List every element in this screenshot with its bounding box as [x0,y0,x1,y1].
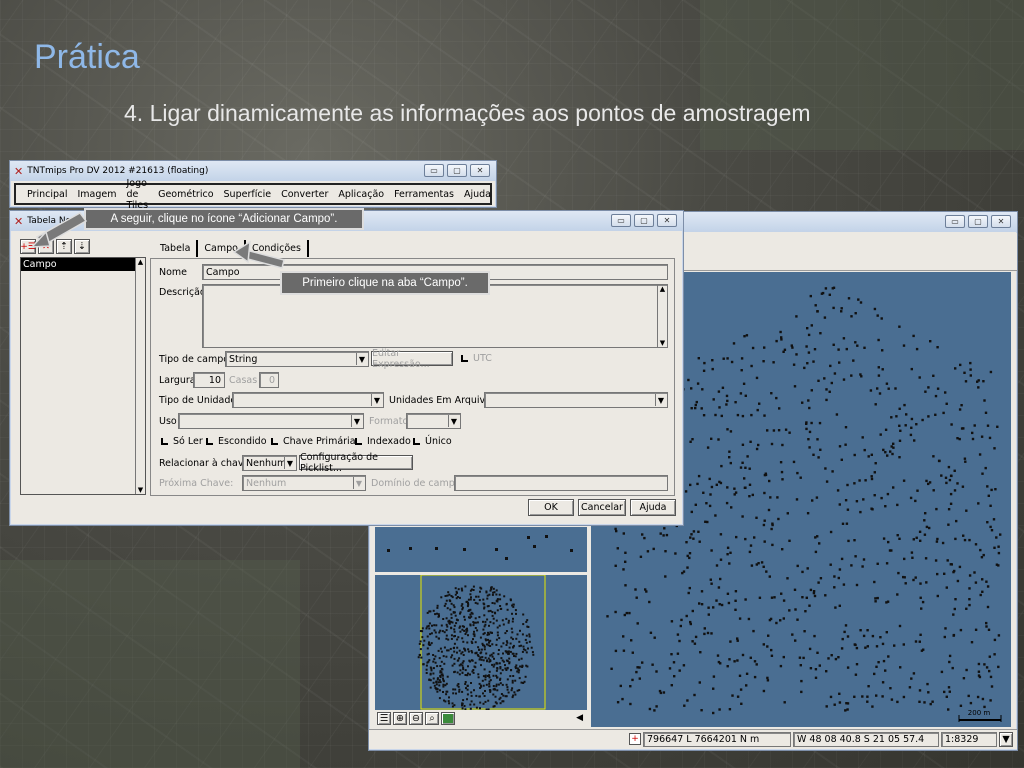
callout-arrows [30,212,285,269]
arrow-to-campo-tab [243,249,285,269]
arrow-head-campo-tab [232,240,251,264]
